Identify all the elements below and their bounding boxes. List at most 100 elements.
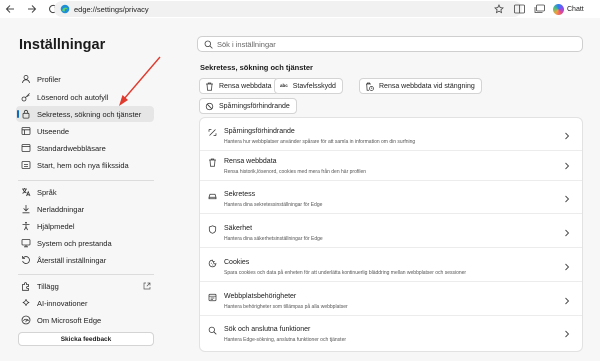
sidebar-item-ai-innovations[interactable]: AI-innovationer bbox=[16, 295, 154, 311]
chevron-right-icon bbox=[565, 330, 570, 338]
forward-button[interactable] bbox=[24, 1, 40, 17]
chevron-right-icon bbox=[565, 297, 570, 305]
sidebar-item-label: Hjälpmedel bbox=[37, 221, 75, 231]
edge-page-icon bbox=[60, 4, 70, 14]
sidebar-item-reset[interactable]: Återställ inställningar bbox=[16, 252, 154, 268]
chevron-right-icon bbox=[565, 229, 570, 237]
sidebar-item-privacy[interactable]: Sekretess, sökning och tjänster bbox=[16, 106, 154, 122]
row-description: Hantera behörigheter som tillämpas på al… bbox=[224, 304, 348, 310]
sidebar-item-label: Om Microsoft Edge bbox=[37, 315, 102, 325]
external-link-icon bbox=[143, 282, 151, 290]
sparkle-icon bbox=[21, 298, 31, 308]
row-description: Rensa historik,lösenord, cookies med mer… bbox=[224, 169, 367, 175]
sidebar-item-label: Start, hem och nya flikssida bbox=[37, 160, 129, 170]
collections-icon bbox=[534, 4, 545, 13]
chip-label: Stavfelsskydd bbox=[292, 82, 336, 90]
chip-spellcheck[interactable]: abc Stavfelsskydd bbox=[274, 78, 343, 94]
shield-icon bbox=[208, 225, 217, 234]
favorite-star-icon[interactable] bbox=[494, 4, 504, 14]
trash-icon bbox=[208, 158, 217, 167]
settings-row-search-services[interactable]: Sök och anslutna funktioner Hantera Edge… bbox=[200, 320, 582, 349]
search-icon bbox=[208, 326, 217, 335]
forward-arrow-icon bbox=[28, 5, 37, 13]
settings-row-site-permissions[interactable]: Webbplatsbehörigheter Hantera behörighet… bbox=[200, 287, 582, 316]
address-bar[interactable]: edge://settings/privacy bbox=[54, 1, 522, 17]
trash-clock-icon bbox=[365, 82, 374, 91]
sidebar-item-profiles[interactable]: Profiler bbox=[16, 71, 154, 87]
chevron-right-icon bbox=[565, 195, 570, 203]
sidebar-item-default-browser[interactable]: Standardwebbläsare bbox=[16, 140, 154, 156]
home-icon bbox=[21, 160, 31, 170]
sidebar-item-label: Lösenord och autofyll bbox=[37, 92, 109, 102]
reset-icon bbox=[21, 255, 31, 265]
row-description: Spara cookies och data på enheten för at… bbox=[224, 270, 467, 276]
row-title: Sekretess bbox=[224, 191, 256, 198]
sidebar-item-label: AI-innovationer bbox=[37, 298, 88, 308]
chevron-right-icon bbox=[565, 263, 570, 271]
copilot-icon[interactable] bbox=[553, 3, 564, 15]
sidebar-item-passwords[interactable]: Lösenord och autofyll bbox=[16, 89, 154, 105]
sidebar-item-appearance[interactable]: Utseende bbox=[16, 123, 154, 139]
sidebar-item-label: Språk bbox=[37, 187, 57, 197]
sidebar-item-label: Profiler bbox=[37, 74, 61, 84]
section-title: Sekretess, sökning och tjänster bbox=[200, 63, 313, 72]
language-icon bbox=[21, 187, 31, 197]
row-title: Spårningsförhindrande bbox=[224, 128, 295, 135]
browser-toolbar: edge://settings/privacy Chatt bbox=[0, 0, 600, 18]
chevron-right-icon bbox=[565, 162, 570, 170]
settings-search[interactable] bbox=[197, 36, 583, 52]
chip-clear-browsing-data[interactable]: Rensa webbdata bbox=[199, 78, 279, 94]
settings-row-clear-browsing-data[interactable]: Rensa webbdata Rensa historik,lösenord, … bbox=[200, 152, 582, 181]
system-icon bbox=[21, 238, 31, 248]
row-description: Hantera dina sekretessinställningar för … bbox=[224, 202, 323, 208]
row-title: Säkerhet bbox=[224, 225, 253, 232]
chip-label: Rensa webbdata bbox=[219, 82, 272, 90]
sidebar-item-languages[interactable]: Språk bbox=[16, 184, 154, 200]
browser-icon bbox=[21, 143, 31, 153]
back-button[interactable] bbox=[2, 1, 18, 17]
accessibility-icon bbox=[21, 221, 31, 231]
chip-tracking-prevention[interactable]: Spårningsförhindrande bbox=[199, 98, 297, 114]
split-screen-button[interactable] bbox=[513, 3, 525, 15]
collections-button[interactable] bbox=[533, 3, 545, 15]
search-icon bbox=[204, 40, 213, 49]
row-description: Hantera Edge-sökning, anslutna funktione… bbox=[224, 337, 347, 343]
permissions-icon bbox=[208, 293, 217, 302]
tracking-icon bbox=[208, 128, 217, 137]
settings-row-tracking-prevention[interactable]: Spårningsförhindrande Hantera hur webbpl… bbox=[200, 122, 582, 151]
sidebar-item-about[interactable]: Om Microsoft Edge bbox=[16, 312, 154, 328]
download-icon bbox=[21, 204, 31, 214]
chevron-right-icon bbox=[565, 132, 570, 140]
extensions-icon bbox=[21, 281, 31, 291]
search-input[interactable] bbox=[217, 39, 557, 49]
spellcheck-icon: abc bbox=[280, 82, 288, 88]
appearance-icon bbox=[21, 126, 31, 136]
sidebar-item-accessibility[interactable]: Hjälpmedel bbox=[16, 218, 154, 234]
privacy-settings-card: Spårningsförhindrande Hantera hur webbpl… bbox=[199, 117, 583, 352]
cookie-icon bbox=[208, 259, 217, 268]
sidebar-item-label: Utseende bbox=[37, 126, 70, 136]
sidebar-divider bbox=[18, 274, 154, 275]
sidebar-item-label: Sekretess, sökning och tjänster bbox=[37, 109, 142, 119]
lock-icon bbox=[21, 109, 31, 119]
sidebar-item-extensions[interactable]: Tillägg bbox=[16, 278, 154, 294]
sidebar-item-label: Standardwebbläsare bbox=[37, 143, 106, 153]
chip-clear-on-close[interactable]: Rensa webbdata vid stängning bbox=[359, 78, 482, 94]
send-feedback-button[interactable]: Skicka feedback bbox=[18, 332, 154, 346]
settings-row-security[interactable]: Säkerhet Hantera dina säkerhetsinställni… bbox=[200, 219, 582, 248]
profile-icon bbox=[21, 74, 31, 84]
tracking-icon bbox=[205, 102, 214, 111]
back-arrow-icon bbox=[5, 5, 14, 13]
settings-row-privacy[interactable]: Sekretess Hantera dina sekretessinställn… bbox=[200, 185, 582, 214]
chat-label[interactable]: Chatt bbox=[567, 6, 584, 13]
sidebar-item-system[interactable]: System och prestanda bbox=[16, 235, 154, 251]
sidebar-item-label: Tillägg bbox=[37, 281, 59, 291]
sidebar-item-downloads[interactable]: Nerladdningar bbox=[16, 201, 154, 217]
page-title: Inställningar bbox=[19, 37, 106, 53]
row-title: Sök och anslutna funktioner bbox=[224, 326, 311, 333]
chip-label: Spårningsförhindrande bbox=[219, 102, 290, 110]
row-title: Webbplatsbehörigheter bbox=[224, 293, 297, 300]
sidebar-item-start-home[interactable]: Start, hem och nya flikssida bbox=[16, 157, 154, 173]
settings-row-cookies[interactable]: Cookies Spara cookies och data på enhete… bbox=[200, 253, 582, 282]
row-title: Rensa webbdata bbox=[224, 158, 277, 165]
